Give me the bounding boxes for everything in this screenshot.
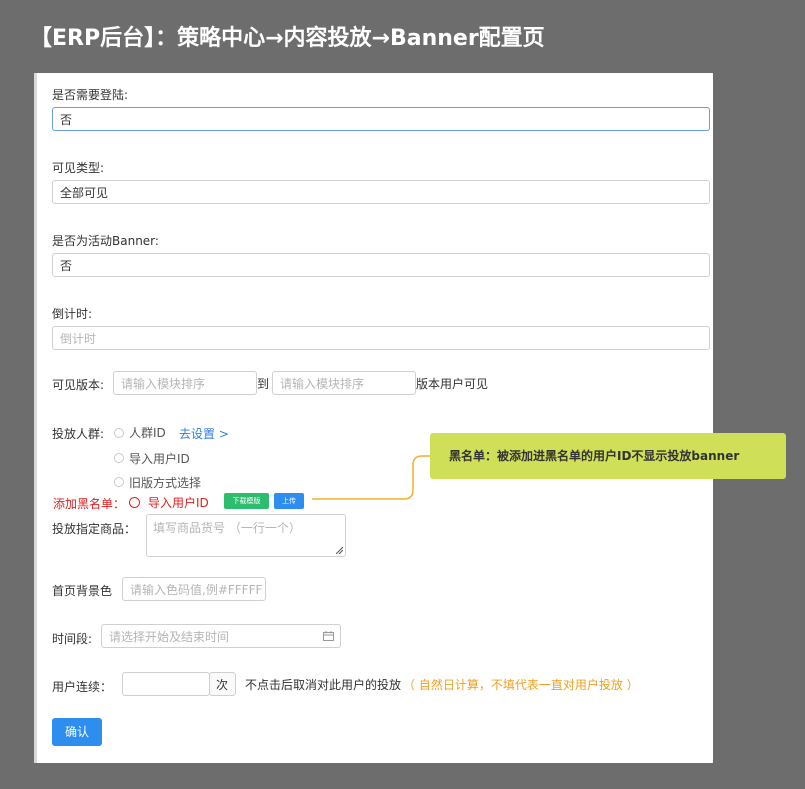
callout-connector	[312, 455, 430, 500]
blacklist-callout: 黑名单：被添加进黑名单的用户ID不显示投放banner	[430, 433, 786, 479]
